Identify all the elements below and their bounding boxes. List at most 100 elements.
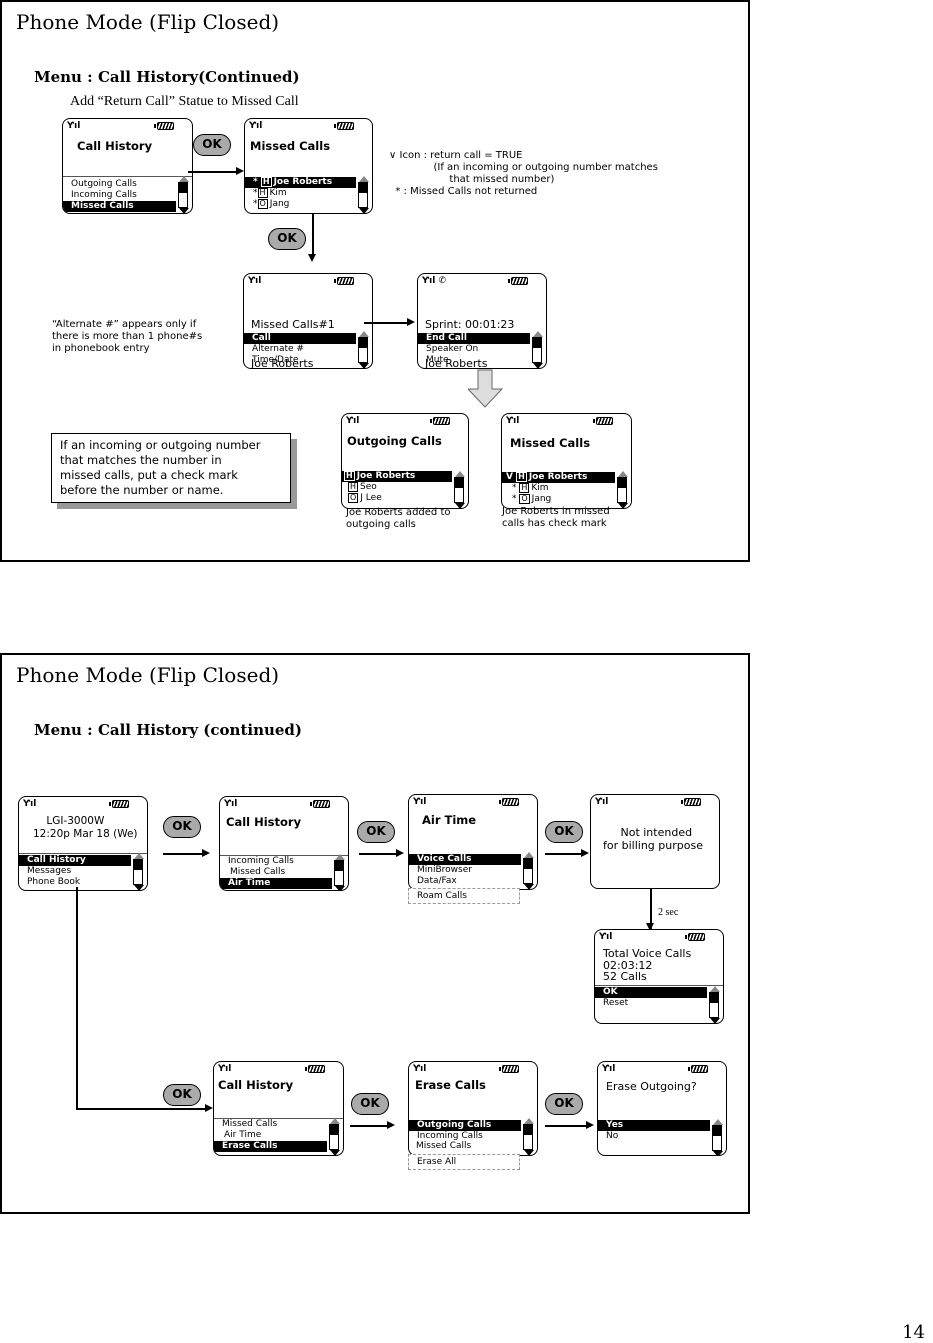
- ok-button[interactable]: OK: [357, 821, 395, 843]
- callout-note: If an incoming or outgoing number that m…: [51, 433, 291, 503]
- signal-icon: Ƴıl: [248, 276, 262, 286]
- check-mark-icon: V: [506, 472, 513, 482]
- slide-title: Phone Mode (Flip Closed): [16, 663, 280, 687]
- scrollbar[interactable]: [358, 176, 369, 213]
- list-item[interactable]: * O Jang: [245, 199, 356, 210]
- menu-item-call[interactable]: Call: [244, 333, 356, 344]
- battery-icon: [109, 800, 129, 808]
- menu-item-air-time[interactable]: Air Time: [214, 1130, 327, 1141]
- screen-total-voice: Ƴıl Total Voice Calls 02:03:12 52 Calls …: [594, 929, 724, 1024]
- list-item[interactable]: OJ Lee: [342, 493, 452, 504]
- call-timer: Sprint: 00:01:23: [425, 318, 515, 331]
- menu-item-reset[interactable]: Reset: [595, 998, 707, 1009]
- screen-call-history: Ƴıl Call History Outgoing Calls Incoming…: [62, 118, 193, 214]
- menu-item-roam-calls[interactable]: Roam Calls: [408, 888, 520, 904]
- signal-icon: Ƴıl: [602, 1064, 616, 1074]
- screen-title: Air Time: [422, 813, 477, 827]
- battery-icon: [430, 417, 450, 425]
- menu-item-speaker[interactable]: Speaker On: [418, 344, 530, 355]
- scrollbar[interactable]: [358, 331, 369, 368]
- menu-item-air-time[interactable]: Air Time: [220, 878, 332, 889]
- list-item[interactable]: * O Jang: [502, 494, 615, 505]
- menu-item-erase-calls[interactable]: Erase Calls: [214, 1141, 327, 1152]
- menu-item-missed[interactable]: Missed Calls: [214, 1119, 327, 1130]
- menu-item-alternate[interactable]: Alternate #: [244, 344, 356, 355]
- scrollbar[interactable]: [617, 471, 628, 508]
- arrow: [350, 1125, 388, 1127]
- signal-icon: Ƴıl: [346, 416, 360, 426]
- list-item[interactable]: V H Joe Roberts: [502, 472, 615, 483]
- divider: [595, 985, 723, 986]
- menu-item-timedate[interactable]: Time/Date: [244, 355, 356, 366]
- list-item[interactable]: * H Kim: [245, 188, 356, 199]
- scrollbar[interactable]: [454, 471, 465, 508]
- menu-item-incoming[interactable]: Incoming Calls: [220, 856, 332, 867]
- ok-button[interactable]: OK: [545, 1093, 583, 1115]
- signal-icon: Ƴıl: [249, 121, 263, 131]
- scrollbar[interactable]: [334, 854, 345, 890]
- arrow: [188, 171, 236, 173]
- menu-item-no[interactable]: No: [598, 1131, 710, 1142]
- menu-item-outgoing[interactable]: Outgoing Calls: [63, 179, 176, 190]
- menu-item-mute[interactable]: Mute: [418, 355, 530, 366]
- menu-item-call-history[interactable]: Call History: [19, 855, 131, 866]
- arrow-head: [581, 849, 589, 857]
- scrollbar[interactable]: [178, 176, 189, 213]
- signal-icon: Ƴıl: [224, 799, 238, 809]
- menu-item-incoming[interactable]: Incoming Calls: [63, 190, 176, 201]
- menu-item-missed[interactable]: Missed Calls: [63, 201, 176, 212]
- ok-button[interactable]: OK: [193, 134, 231, 156]
- menu-item-messages[interactable]: Messages: [19, 866, 131, 877]
- arrow: [545, 853, 582, 855]
- menu-item-end-call[interactable]: End Call: [418, 333, 530, 344]
- scrollbar[interactable]: [532, 331, 543, 368]
- screen-title: Call History: [226, 815, 302, 829]
- list-item[interactable]: H Joe Roberts: [342, 471, 452, 482]
- screen-call-history-2: Ƴıl Call History Missed Calls Air Time E…: [213, 1061, 344, 1156]
- list-item[interactable]: * H Kim: [502, 483, 615, 494]
- menu-item-voice-calls[interactable]: Voice Calls: [409, 854, 521, 865]
- scrollbar[interactable]: [329, 1118, 340, 1155]
- ok-button[interactable]: OK: [351, 1093, 389, 1115]
- detail-line: Missed Calls#1: [251, 318, 335, 331]
- menu-item-phone-book[interactable]: Phone Book: [19, 877, 131, 888]
- list-item[interactable]: H Seo: [342, 482, 452, 493]
- scrollbar[interactable]: [709, 986, 720, 1023]
- signal-icon: Ƴıl: [218, 1064, 232, 1074]
- menu-item-outgoing[interactable]: Outgoing Calls: [409, 1120, 521, 1131]
- scrollbar[interactable]: [712, 1119, 723, 1155]
- menu-item-minibrowser[interactable]: MiniBrowser: [409, 865, 521, 876]
- scrollbar[interactable]: [523, 852, 534, 889]
- screen-title: Erase Outgoing?: [606, 1080, 697, 1093]
- screen-outgoing-calls: Ƴıl Outgoing Calls H Joe Roberts H Seo OJ …: [341, 413, 469, 509]
- signal-icon: Ƴıl: [413, 1064, 427, 1074]
- screen-air-time: Ƴıl Air Time Voice Calls MiniBrowser Dat…: [408, 794, 538, 890]
- ok-button[interactable]: OK: [268, 228, 306, 250]
- slide-subtitle: Menu : Call History (continued): [34, 721, 303, 739]
- screen-erase-calls: Ƴıl Erase Calls Outgoing Calls Incoming …: [408, 1061, 538, 1156]
- menu-item-erase-all[interactable]: Erase All: [408, 1154, 520, 1170]
- screen-title: Call History: [218, 1078, 294, 1092]
- ok-button[interactable]: OK: [545, 821, 583, 843]
- arrow: [359, 853, 397, 855]
- ok-button[interactable]: OK: [163, 816, 201, 838]
- scrollbar[interactable]: [523, 1118, 534, 1155]
- signal-icon: Ƴıl: [23, 799, 37, 809]
- menu-item-missed[interactable]: Missed Calls: [220, 867, 332, 878]
- screen-title: Erase Calls: [415, 1078, 486, 1092]
- menu-item-data-fax[interactable]: Data/Fax: [409, 876, 521, 887]
- ok-button[interactable]: OK: [163, 1084, 201, 1106]
- menu-item-missed[interactable]: Missed Calls: [409, 1142, 521, 1153]
- scrollbar[interactable]: [133, 853, 144, 890]
- menu-item-ok[interactable]: OK: [595, 987, 707, 998]
- arrow: [545, 1125, 587, 1127]
- list-item[interactable]: * H Joe Roberts: [245, 177, 356, 188]
- screen-erase-outgoing: Ƴıl Erase Outgoing? Yes No: [597, 1061, 727, 1156]
- arrow: [364, 322, 408, 324]
- signal-icon: Ƴıl: [595, 797, 609, 807]
- connector-line: [76, 887, 78, 1109]
- down-arrow-icon: [468, 369, 504, 408]
- menu-item-yes[interactable]: Yes: [598, 1120, 710, 1131]
- screen-call-history-1: Ƴıl Call History Incoming Calls Missed C…: [219, 796, 349, 891]
- slide-subtitle: Menu : Call History(Continued): [34, 68, 300, 86]
